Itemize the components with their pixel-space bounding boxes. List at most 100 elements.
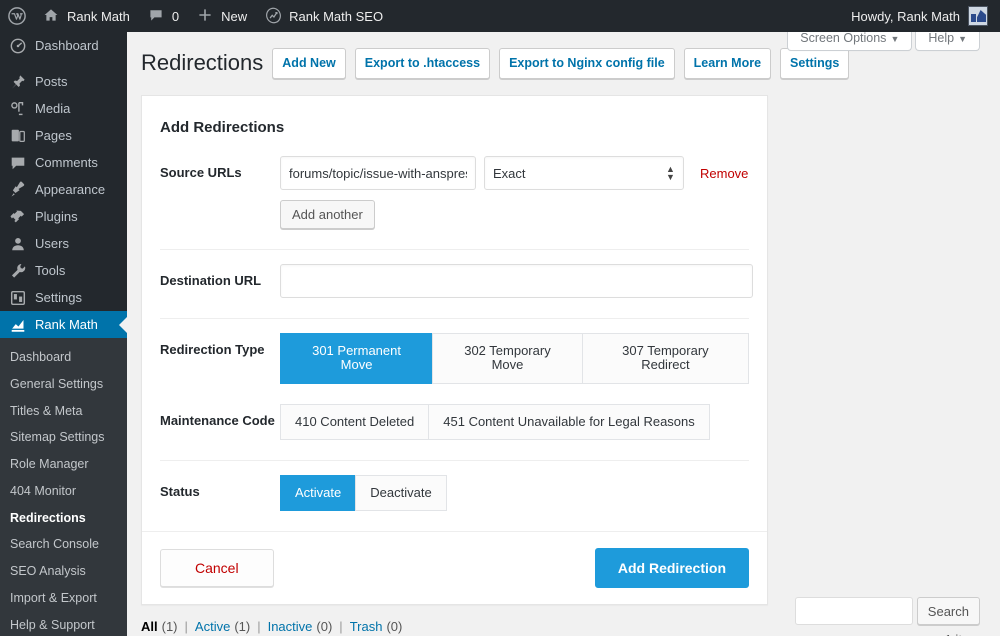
status-activate-button[interactable]: Activate: [280, 474, 356, 512]
screen-options-toggle[interactable]: Screen Options ▼: [787, 32, 913, 51]
media-icon: [9, 100, 27, 118]
sidebar-item-settings[interactable]: Settings: [0, 284, 127, 311]
cancel-button[interactable]: Cancel: [160, 549, 274, 588]
status-label: Status: [160, 483, 200, 499]
submenu-item-redirections[interactable]: Redirections: [0, 505, 127, 532]
chevron-down-icon: ▼: [958, 34, 967, 44]
sidebar-item-dashboard[interactable]: Dashboard: [0, 32, 127, 59]
destination-url-input[interactable]: [280, 264, 753, 298]
submenu-item-sitemap-settings[interactable]: Sitemap Settings: [0, 424, 127, 451]
add-redirection-button[interactable]: Add Redirection: [594, 548, 749, 589]
submenu-item-help-support[interactable]: Help & Support: [0, 612, 127, 636]
sidebar-item-label: Media: [35, 101, 71, 116]
comment-bubble-icon: [148, 7, 166, 25]
wrench-icon: [9, 262, 27, 280]
submenu-item-import-export[interactable]: Import & Export: [0, 585, 127, 612]
screen-options-label: Screen Options: [800, 32, 887, 45]
help-label: Help: [928, 32, 955, 45]
maintenance-code-451[interactable]: 451 Content Unavailable for Legal Reason…: [428, 403, 710, 440]
search-box: Search: [794, 597, 980, 625]
sidebar-item-tools[interactable]: Tools: [0, 257, 127, 284]
view-divider: |: [257, 619, 261, 635]
sidebar-item-comments[interactable]: Comments: [0, 149, 127, 176]
sidebar-item-label: Appearance: [35, 182, 106, 197]
comment-bubble-icon: [9, 154, 27, 172]
view-filter-inactive-count: (0): [316, 619, 333, 635]
submenu-item-general-settings[interactable]: General Settings: [0, 371, 127, 398]
status-row: Status Activate Deactivate: [160, 474, 749, 531]
site-name-menu[interactable]: Rank Math: [34, 0, 139, 32]
chevron-down-icon: ▼: [890, 34, 900, 44]
comparison-select[interactable]: Exact: [484, 156, 684, 190]
view-filter-all-count: (1): [161, 619, 178, 635]
wp-logo-menu[interactable]: [0, 0, 34, 32]
help-toggle[interactable]: Help ▼: [915, 32, 980, 51]
export-nginx-button[interactable]: Export to Nginx config file: [499, 48, 675, 79]
submenu-item-role-manager[interactable]: Role Manager: [0, 451, 127, 478]
divider: [160, 318, 749, 319]
view-divider: |: [339, 619, 343, 635]
remove-source-url-link[interactable]: Remove: [700, 166, 748, 181]
admin-bar: Rank Math 0 New Rank Math SEO Howdy, Ran…: [0, 0, 1000, 32]
view-filter-trash[interactable]: Trash: [350, 619, 383, 634]
status-deactivate-button[interactable]: Deactivate: [355, 474, 447, 512]
menu-separator: [0, 59, 127, 68]
sidebar-item-users[interactable]: Users: [0, 230, 127, 257]
dashboard-icon: [9, 37, 27, 55]
plus-icon: [197, 7, 215, 25]
redirection-type-301[interactable]: 301 Permanent Move: [280, 333, 433, 384]
sidebar-item-label: Users: [35, 236, 69, 251]
submenu-item-404-monitor[interactable]: 404 Monitor: [0, 478, 127, 505]
submenu-item-search-console[interactable]: Search Console: [0, 531, 127, 558]
add-new-button[interactable]: Add New: [272, 48, 346, 79]
destination-url-label: Destination URL: [160, 273, 262, 288]
admin-sidebar-menu: Dashboard Posts Media Pages Comments App…: [0, 32, 127, 636]
sidebar-item-label: Pages: [35, 128, 72, 143]
maintenance-code-410[interactable]: 410 Content Deleted: [280, 403, 429, 440]
add-another-button[interactable]: Add another: [280, 200, 375, 229]
card-footer: Cancel Add Redirection: [142, 531, 767, 605]
home-icon: [43, 7, 61, 25]
redirection-type-307[interactable]: 307 Temporary Redirect: [581, 333, 749, 384]
sidebar-item-media[interactable]: Media: [0, 95, 127, 122]
destination-url-row: Destination URL: [160, 264, 753, 304]
view-filter-active[interactable]: Active: [195, 619, 230, 634]
sidebar-item-rank-math[interactable]: Rank Math: [0, 311, 127, 338]
view-filter-all[interactable]: All: [141, 619, 158, 634]
sidebar-item-plugins[interactable]: Plugins: [0, 203, 127, 230]
my-account-menu[interactable]: Howdy, Rank Math: [842, 0, 1000, 32]
sidebar-item-label: Dashboard: [35, 38, 99, 53]
search-input[interactable]: [794, 597, 913, 625]
divider: [160, 459, 749, 461]
plug-icon: [9, 208, 27, 226]
redirection-type-302[interactable]: 302 Temporary Move: [432, 333, 582, 384]
card-title: Add Redirections: [160, 119, 285, 136]
rank-math-seo-label: Rank Math SEO: [289, 8, 384, 24]
submenu-item-seo-analysis[interactable]: SEO Analysis: [0, 558, 127, 585]
status-control: Activate Deactivate: [280, 474, 749, 512]
main-content: Screen Options ▼ Help ▼ Redirections Add N…: [127, 32, 1000, 636]
submenu-item-dashboard[interactable]: Dashboard: [0, 344, 127, 371]
add-redirections-card: Add Redirections Source URLs Exact ▲▼ Re…: [141, 95, 768, 606]
source-url-input[interactable]: [280, 156, 476, 190]
sidebar-item-posts[interactable]: Posts: [0, 68, 127, 95]
submenu-item-titles-meta[interactable]: Titles & Meta: [0, 398, 127, 425]
redirection-type-row: Redirection Type 301 Permanent Move 302 …: [160, 333, 749, 390]
comments-menu[interactable]: 0: [139, 0, 188, 32]
site-name-label: Rank Math: [67, 8, 130, 24]
sidebar-item-label: Settings: [35, 290, 82, 305]
rank-math-seo-menu[interactable]: Rank Math SEO: [256, 0, 392, 32]
paintbrush-icon: [9, 181, 27, 199]
sidebar-item-pages[interactable]: Pages: [0, 122, 127, 149]
view-filter-inactive[interactable]: Inactive: [268, 619, 313, 634]
learn-more-button[interactable]: Learn More: [683, 48, 772, 79]
sidebar-item-appearance[interactable]: Appearance: [0, 176, 127, 203]
howdy-label: Howdy, Rank Math: [851, 8, 960, 24]
search-button[interactable]: Search: [916, 597, 980, 625]
source-url-line: Exact ▲▼ Remove: [280, 156, 749, 190]
new-content-label: New: [221, 8, 248, 24]
new-content-menu[interactable]: New: [188, 0, 256, 32]
source-urls-control: Exact ▲▼ Remove Add another: [280, 156, 749, 229]
settings-button[interactable]: Settings: [780, 48, 850, 79]
export-htaccess-button[interactable]: Export to .htaccess: [354, 48, 491, 79]
